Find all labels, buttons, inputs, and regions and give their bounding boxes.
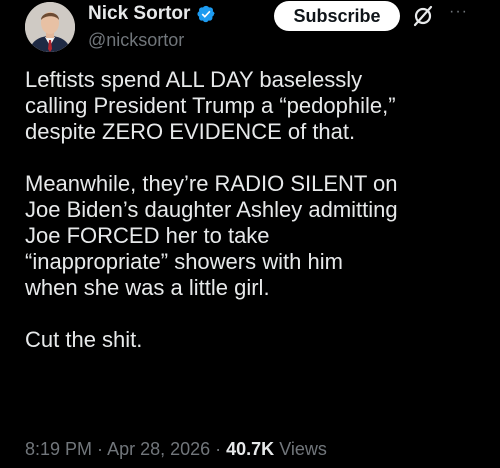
avatar[interactable] xyxy=(25,2,75,52)
verified-badge-icon xyxy=(197,5,215,23)
tweet-line: Meanwhile, they’re RADIO SILENT on xyxy=(25,171,398,196)
tweet-paragraph-3: Cut the shit. xyxy=(25,327,490,353)
post-time[interactable]: 8:19 PM xyxy=(25,439,92,459)
author-handle[interactable]: @nicksortor xyxy=(88,29,184,51)
tweet-line: Leftists spend ALL DAY baselessly xyxy=(25,67,363,92)
tweet-paragraph-1: Leftists spend ALL DAY baselessly callin… xyxy=(25,67,490,145)
tweet-line: Joe Biden’s daughter Ashley admitting xyxy=(25,197,398,222)
grok-icon[interactable] xyxy=(411,4,435,28)
more-options-icon[interactable]: ··· xyxy=(449,2,468,22)
subscribe-button[interactable]: Subscribe xyxy=(274,1,400,31)
tweet-paragraph-2: Meanwhile, they’re RADIO SILENT on Joe B… xyxy=(25,171,490,301)
tweet-line: calling President Trump a “pedophile,” xyxy=(25,93,396,118)
tweet-line: “inappropriate” showers with him xyxy=(25,249,343,274)
views-count: 40.7K xyxy=(226,439,275,459)
tweet-text: Leftists spend ALL DAY baselessly callin… xyxy=(25,67,490,353)
meta-separator: · xyxy=(210,439,227,459)
tweet-line: when she was a little girl. xyxy=(25,275,270,300)
tweet-line: Cut the shit. xyxy=(25,327,143,352)
tweet-line: Joe FORCED her to take xyxy=(25,223,270,248)
post-date[interactable]: Apr 28, 2026 xyxy=(107,439,210,459)
meta-separator: · xyxy=(92,439,108,459)
author-name-row: Nick Sortor xyxy=(88,3,216,25)
views-label: Views xyxy=(274,439,327,459)
tweet-line: despite ZERO EVIDENCE of that. xyxy=(25,119,356,144)
author-display-name[interactable]: Nick Sortor xyxy=(88,3,190,25)
tweet-card: Nick Sortor @nicksortor Subscribe ··· Le… xyxy=(0,0,500,468)
tweet-meta: 8:19 PM · Apr 28, 2026 · 40.7K Views xyxy=(25,437,327,461)
